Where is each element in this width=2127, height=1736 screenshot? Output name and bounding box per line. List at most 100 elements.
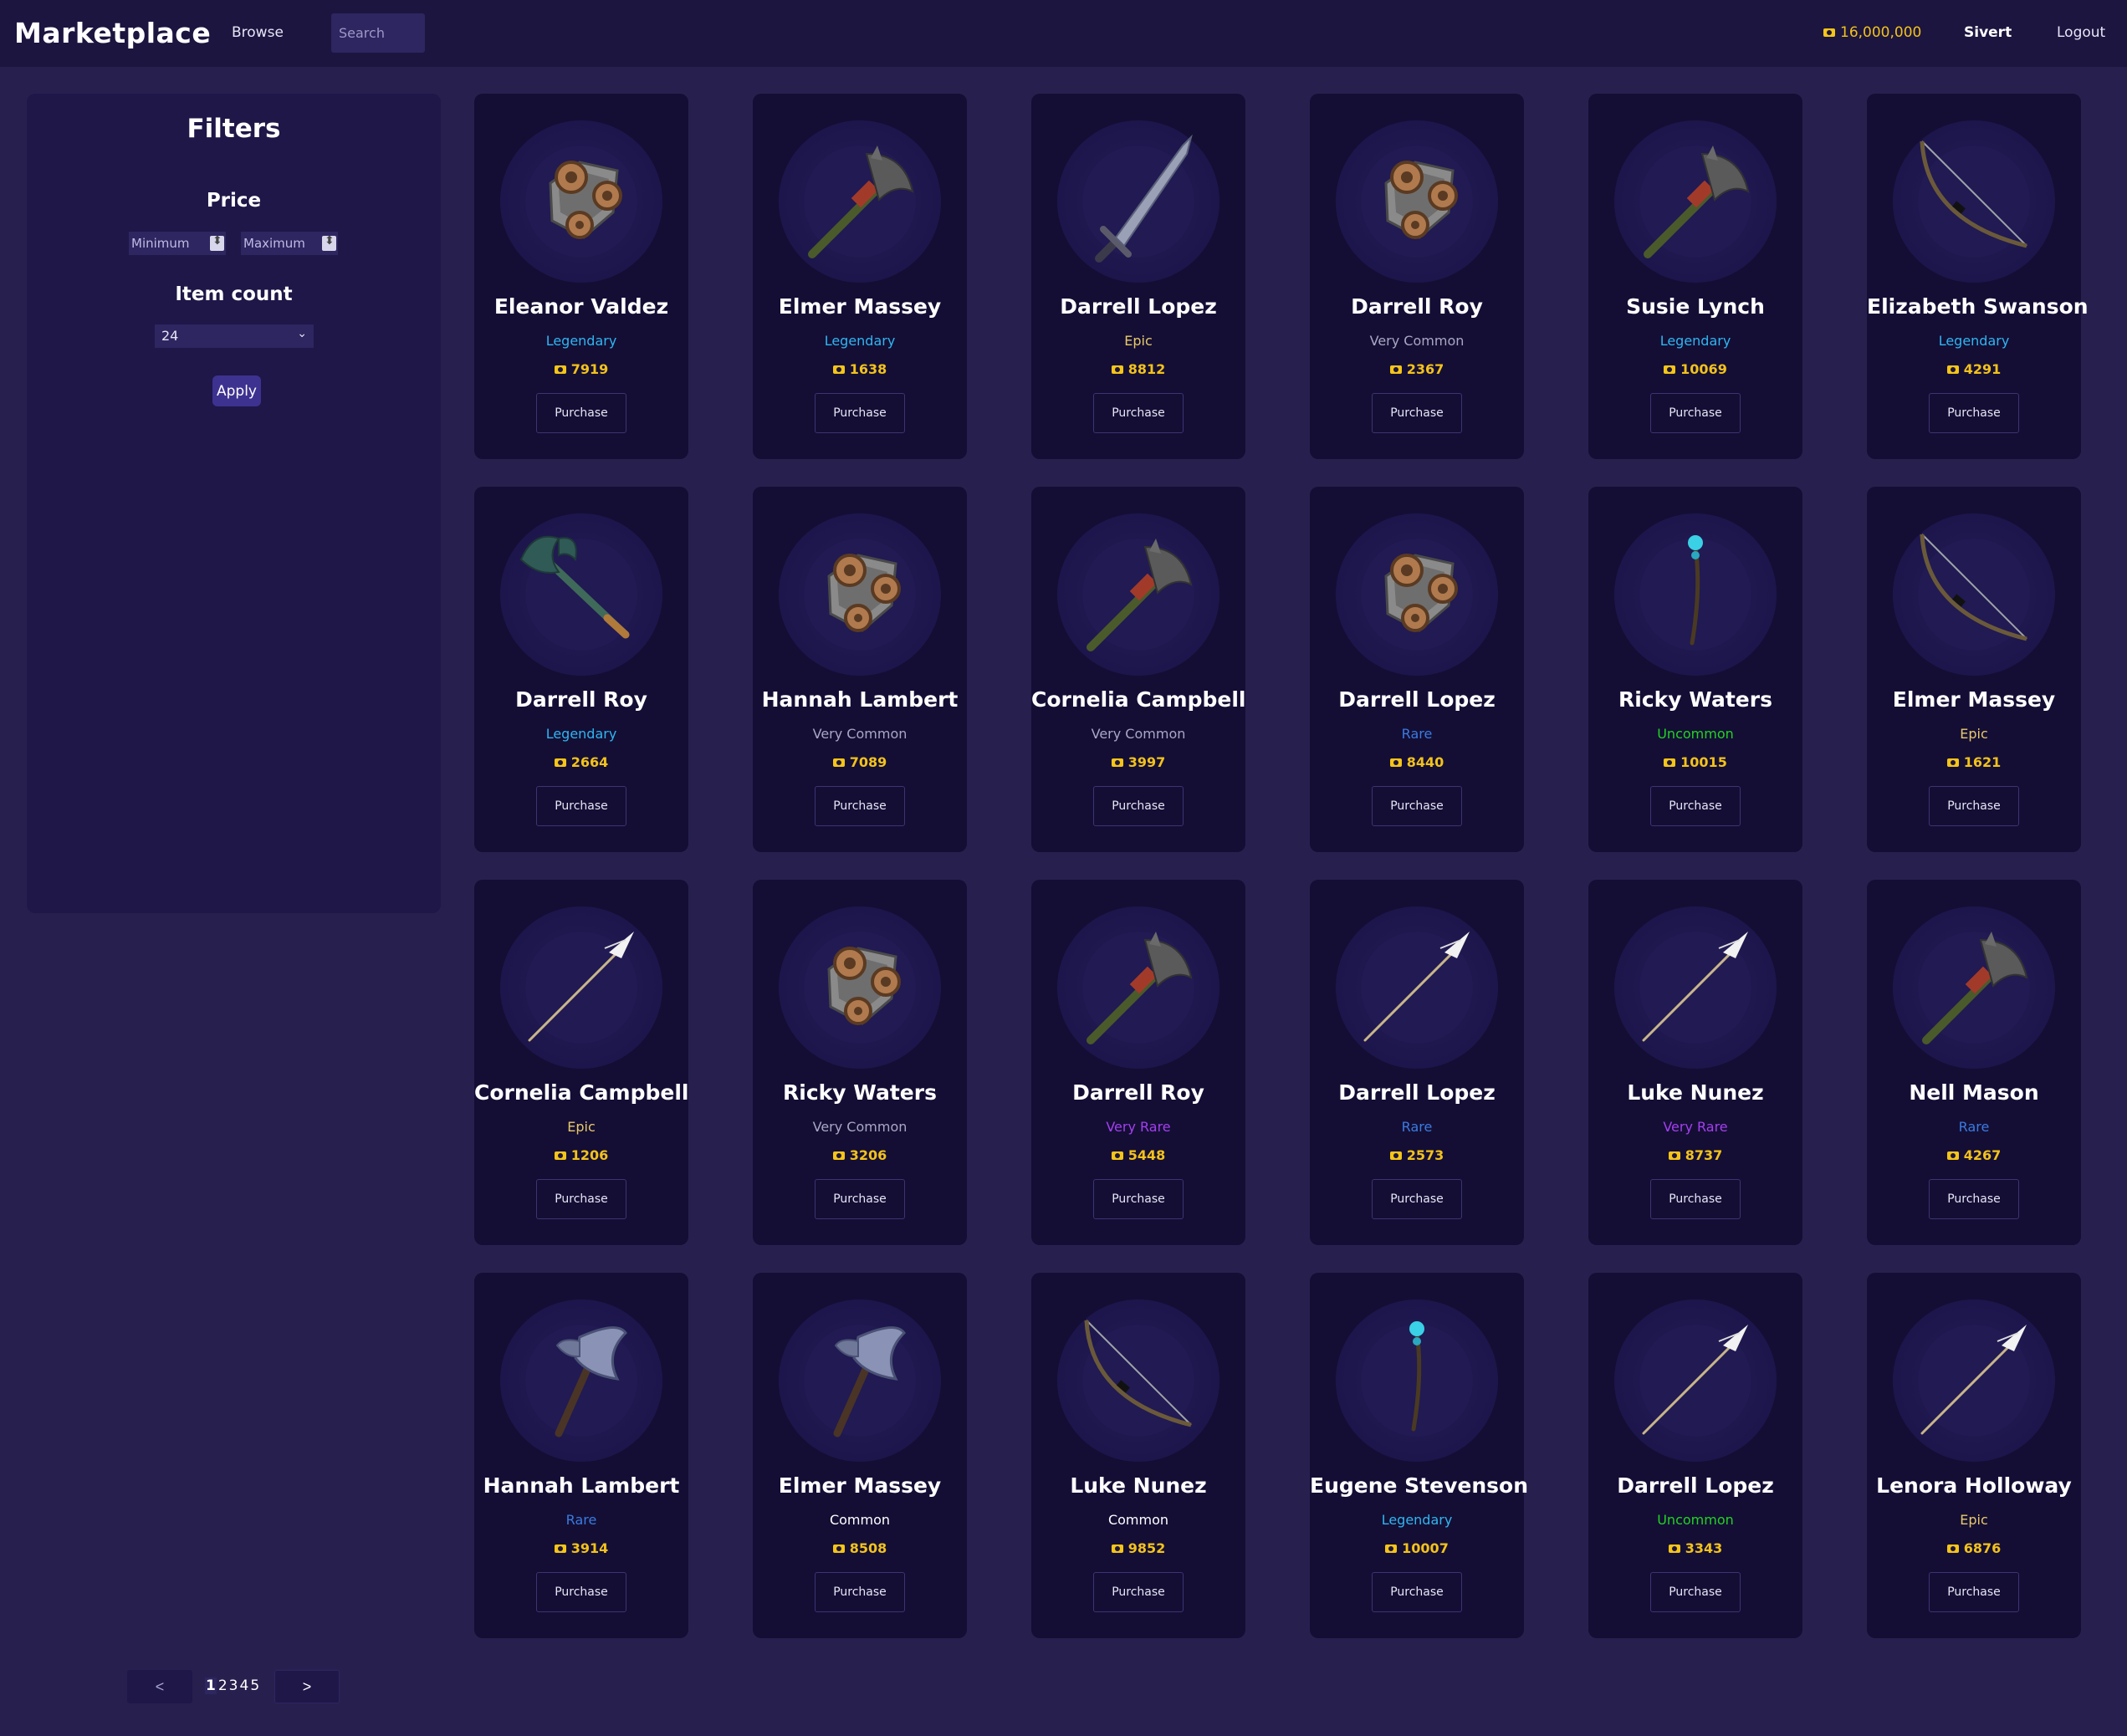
item-card[interactable]: Darrell Roy Very Rare 5448 Purchase bbox=[1031, 880, 1245, 1245]
purchase-button[interactable]: Purchase bbox=[1650, 393, 1741, 433]
item-card[interactable]: Darrell Lopez Rare 2573 Purchase bbox=[1310, 880, 1524, 1245]
filters-panel: Filters Price Minimum ~ Maximum Item cou… bbox=[27, 94, 441, 913]
item-card[interactable]: Cornelia Campbell Epic 1206 Purchase bbox=[474, 880, 688, 1245]
item-price-value: 10015 bbox=[1680, 754, 1727, 770]
item-price-value: 7919 bbox=[570, 361, 609, 377]
item-card[interactable]: Darrell Lopez Rare 8440 Purchase bbox=[1310, 487, 1524, 852]
item-card[interactable]: Elmer Massey Common 8508 Purchase bbox=[753, 1273, 967, 1638]
purchase-button[interactable]: Purchase bbox=[1372, 393, 1462, 433]
staff-icon bbox=[1336, 1299, 1498, 1462]
item-card[interactable]: Luke Nunez Very Rare 8737 Purchase bbox=[1588, 880, 1802, 1245]
item-price-value: 1206 bbox=[570, 1147, 609, 1163]
purchase-button[interactable]: Purchase bbox=[536, 393, 626, 433]
item-price: 9852 bbox=[1031, 1540, 1245, 1556]
item-card[interactable]: Eugene Stevenson Legendary 10007 Purchase bbox=[1310, 1273, 1528, 1638]
item-rarity: Very Common bbox=[1369, 333, 1465, 349]
purchase-button[interactable]: Purchase bbox=[1093, 1572, 1184, 1612]
gear-shield-icon bbox=[1384, 161, 1458, 239]
apply-button[interactable]: Apply bbox=[212, 375, 261, 406]
purchase-button[interactable]: Purchase bbox=[536, 786, 626, 826]
item-price-value: 10007 bbox=[1402, 1540, 1449, 1556]
purchase-button[interactable]: Purchase bbox=[1929, 1572, 2019, 1612]
item-card[interactable]: Ricky Waters Very Common 3206 Purchase bbox=[753, 880, 967, 1245]
page-link-2[interactable]: 2 bbox=[218, 1677, 228, 1694]
pagination-next-button[interactable]: > bbox=[274, 1670, 340, 1703]
item-card[interactable]: Darrell Lopez Uncommon 3343 Purchase bbox=[1588, 1273, 1802, 1638]
purchase-button[interactable]: Purchase bbox=[1929, 393, 2019, 433]
axe-icon bbox=[779, 120, 941, 283]
item-card[interactable]: Elmer Massey Legendary 1638 Purchase bbox=[753, 94, 967, 459]
axe-icon bbox=[1057, 513, 1219, 676]
page-link-4[interactable]: 4 bbox=[240, 1677, 249, 1694]
item-price: 10069 bbox=[1588, 361, 1802, 377]
logout-link[interactable]: Logout bbox=[2057, 24, 2105, 41]
item-rarity: Legendary bbox=[1381, 1512, 1453, 1528]
balance-display: 16,000,000 bbox=[1823, 24, 1921, 41]
coin-icon bbox=[1664, 758, 1676, 767]
item-price: 1621 bbox=[1867, 754, 2081, 770]
purchase-button[interactable]: Purchase bbox=[1650, 786, 1741, 826]
item-card[interactable]: Hannah Lambert Very Common 7089 Purchase bbox=[753, 487, 967, 852]
item-card[interactable]: Elizabeth Swanson Legendary 4291 Purchase bbox=[1867, 94, 2089, 459]
item-rarity: Legendary bbox=[545, 726, 617, 742]
max-price-input[interactable]: Maximum bbox=[241, 232, 338, 255]
max-price-spinner-icon[interactable] bbox=[322, 234, 336, 251]
item-card[interactable]: Hannah Lambert Rare 3914 Purchase bbox=[474, 1273, 688, 1638]
item-card[interactable]: Darrell Roy Very Common 2367 Purchase bbox=[1310, 94, 1524, 459]
item-card[interactable]: Elmer Massey Epic 1621 Purchase bbox=[1867, 487, 2081, 852]
item-count-select[interactable]: 24 ⌄ bbox=[155, 324, 314, 348]
purchase-button[interactable]: Purchase bbox=[1372, 1179, 1462, 1219]
spear-icon bbox=[1642, 930, 1750, 1042]
username-link[interactable]: Sivert bbox=[1964, 24, 2012, 41]
purchase-button[interactable]: Purchase bbox=[1650, 1572, 1741, 1612]
item-card[interactable]: Ricky Waters Uncommon 10015 Purchase bbox=[1588, 487, 1802, 852]
item-card[interactable]: Darrell Roy Legendary 2664 Purchase bbox=[474, 487, 688, 852]
search-input[interactable] bbox=[331, 13, 425, 53]
item-name: Lenora Holloway bbox=[1876, 1473, 2072, 1498]
purchase-button[interactable]: Purchase bbox=[536, 1179, 626, 1219]
purchase-button[interactable]: Purchase bbox=[815, 786, 905, 826]
coin-icon bbox=[1389, 1151, 1402, 1160]
item-card[interactable]: Luke Nunez Common 9852 Purchase bbox=[1031, 1273, 1245, 1638]
purchase-button[interactable]: Purchase bbox=[815, 1179, 905, 1219]
item-price: 4267 bbox=[1867, 1147, 2081, 1163]
item-name: Darrell Lopez bbox=[1338, 687, 1496, 712]
purchase-button[interactable]: Purchase bbox=[815, 393, 905, 433]
page-link-3[interactable]: 3 bbox=[229, 1677, 238, 1694]
filters-title: Filters bbox=[187, 114, 281, 144]
item-name: Elizabeth Swanson bbox=[1867, 294, 2089, 319]
item-price: 1206 bbox=[474, 1147, 688, 1163]
purchase-button[interactable]: Purchase bbox=[815, 1572, 905, 1612]
purchase-button[interactable]: Purchase bbox=[1650, 1179, 1741, 1219]
min-price-spinner-icon[interactable] bbox=[210, 234, 224, 251]
brand-logo[interactable]: Marketplace bbox=[14, 17, 211, 49]
page-link-5[interactable]: 5 bbox=[250, 1677, 259, 1694]
item-name: Eugene Stevenson bbox=[1310, 1473, 1528, 1498]
item-price: 2664 bbox=[474, 754, 688, 770]
purchase-button[interactable]: Purchase bbox=[1372, 786, 1462, 826]
nav-browse-link[interactable]: Browse bbox=[232, 24, 284, 41]
item-card[interactable]: Eleanor Valdez Legendary 7919 Purchase bbox=[474, 94, 688, 459]
item-card[interactable]: Lenora Holloway Epic 6876 Purchase bbox=[1867, 1273, 2081, 1638]
item-card[interactable]: Darrell Lopez Epic 8812 Purchase bbox=[1031, 94, 1245, 459]
coin-icon bbox=[832, 1544, 845, 1553]
purchase-button[interactable]: Purchase bbox=[1093, 393, 1184, 433]
min-price-input[interactable]: Minimum bbox=[129, 232, 226, 255]
item-price: 2367 bbox=[1310, 361, 1524, 377]
purchase-button[interactable]: Purchase bbox=[536, 1572, 626, 1612]
coin-icon bbox=[1111, 758, 1123, 767]
item-card[interactable]: Susie Lynch Legendary 10069 Purchase bbox=[1588, 94, 1802, 459]
pagination-prev-button[interactable]: < bbox=[127, 1670, 192, 1703]
item-card[interactable]: Cornelia Campbell Very Common 3997 Purchase bbox=[1031, 487, 1245, 852]
purchase-button[interactable]: Purchase bbox=[1093, 1179, 1184, 1219]
purchase-button[interactable]: Purchase bbox=[1929, 786, 2019, 826]
purchase-button[interactable]: Purchase bbox=[1093, 786, 1184, 826]
purchase-button[interactable]: Purchase bbox=[1372, 1572, 1462, 1612]
coin-icon bbox=[1946, 365, 1959, 374]
item-price: 7919 bbox=[474, 361, 688, 377]
spear-icon bbox=[1642, 1323, 1750, 1435]
item-card[interactable]: Nell Mason Rare 4267 Purchase bbox=[1867, 880, 2081, 1245]
page-link-1[interactable]: 1 bbox=[205, 1677, 217, 1694]
item-name: Darrell Lopez bbox=[1617, 1473, 1774, 1498]
purchase-button[interactable]: Purchase bbox=[1929, 1179, 2019, 1219]
